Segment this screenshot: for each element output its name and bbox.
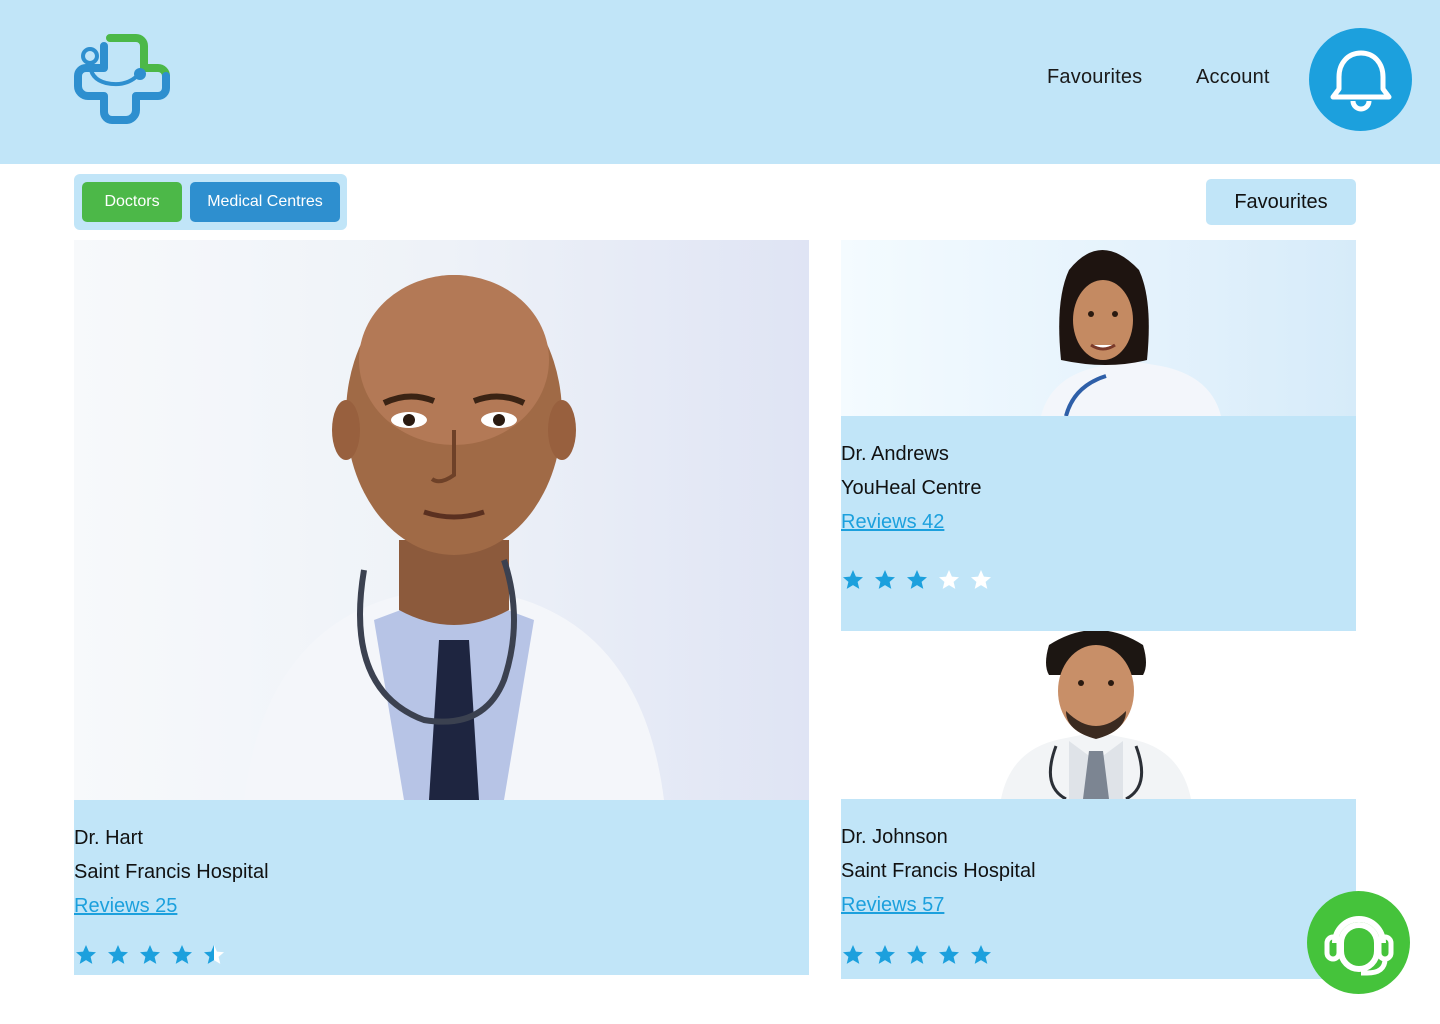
star-icon: [875, 945, 895, 964]
doctor-card-andrews[interactable]: Dr. Andrews YouHeal Centre Reviews 42: [841, 240, 1356, 631]
favourites-button[interactable]: Favourites: [1206, 179, 1356, 225]
star-icon: [875, 570, 895, 589]
reviews-link[interactable]: Reviews 42: [841, 511, 944, 534]
star-icon: [843, 945, 863, 964]
star-rating: [74, 943, 226, 967]
top-header: Favourites Account: [0, 0, 1440, 164]
category-tabs: Doctors Medical Centres: [74, 174, 347, 230]
doctor-name: Dr. Johnson: [841, 826, 948, 848]
star-icon: [76, 945, 96, 964]
tab-medical-centres[interactable]: Medical Centres: [190, 182, 340, 222]
star-rating: [841, 943, 993, 967]
doctor-photo: [841, 240, 1356, 416]
star-icon: [172, 945, 192, 964]
medical-logo-icon[interactable]: [72, 26, 176, 130]
star-icon: [939, 570, 959, 589]
star-rating: [841, 568, 993, 592]
star-icon: [108, 945, 128, 964]
doctor-hospital: Saint Francis Hospital: [841, 860, 1036, 882]
star-icon: [140, 945, 160, 964]
headset-icon: [1324, 915, 1393, 975]
doctor-card-johnson[interactable]: Dr. Johnson Saint Francis Hospital Revie…: [841, 631, 1356, 979]
tab-doctors[interactable]: Doctors: [82, 182, 182, 222]
star-icon: [907, 570, 927, 589]
doctor-name: Dr. Hart: [74, 827, 143, 849]
doctor-hospital: YouHeal Centre: [841, 477, 982, 499]
star-icon: [204, 945, 224, 964]
doctor-name: Dr. Andrews: [841, 443, 949, 465]
doctor-photo: [841, 631, 1356, 799]
star-icon: [971, 570, 991, 589]
nav-favourites-link[interactable]: Favourites: [1047, 66, 1142, 89]
star-icon: [907, 945, 927, 964]
reviews-link[interactable]: Reviews 25: [74, 895, 177, 918]
nav-account-link[interactable]: Account: [1196, 66, 1270, 89]
star-icon: [843, 570, 863, 589]
star-icon: [939, 945, 959, 964]
bell-icon: [1330, 50, 1391, 111]
doctor-hospital: Saint Francis Hospital: [74, 861, 269, 883]
doctor-card-hart[interactable]: Dr. Hart Saint Francis Hospital Reviews …: [74, 240, 809, 975]
doctor-photo: [74, 240, 809, 800]
star-icon: [971, 945, 991, 964]
reviews-link[interactable]: Reviews 57: [841, 894, 944, 917]
support-chat-button[interactable]: [1307, 891, 1410, 994]
notifications-button[interactable]: [1309, 28, 1412, 131]
